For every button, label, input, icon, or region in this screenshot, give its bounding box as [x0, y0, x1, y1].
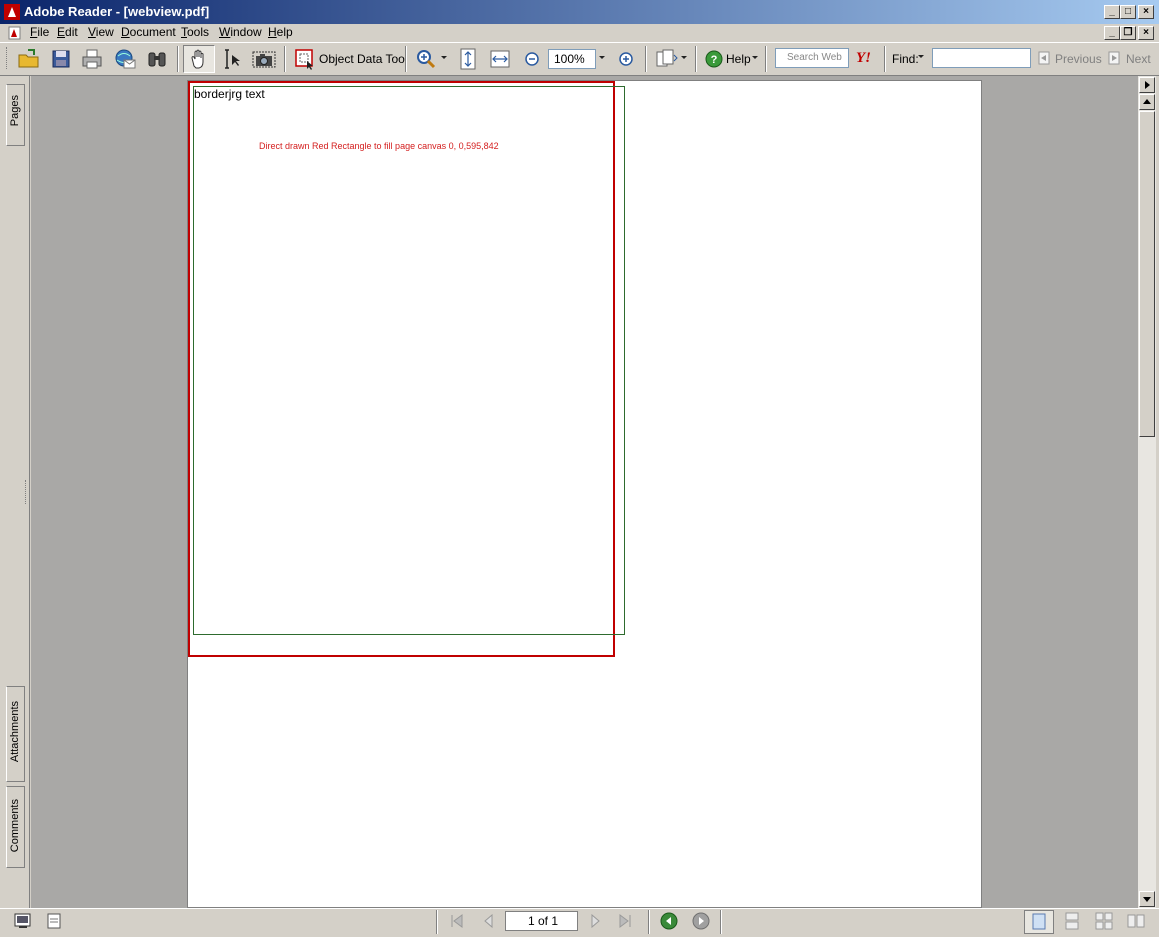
doc-close-button[interactable]: ×	[1138, 26, 1154, 40]
minimize-button[interactable]: _	[1104, 5, 1120, 19]
zoom-out-icon[interactable]	[520, 47, 544, 71]
continuous-facing-layout-icon[interactable]	[1094, 912, 1114, 930]
scroll-down-button[interactable]	[1139, 891, 1155, 907]
zoom-level-dropdown-icon[interactable]	[598, 55, 606, 61]
scroll-right-button[interactable]	[1139, 77, 1155, 93]
menu-edit[interactable]: Edit	[57, 25, 78, 39]
help-icon[interactable]: ?	[705, 50, 723, 68]
zoom-tool-dropdown-icon[interactable]	[440, 55, 448, 61]
tab-comments[interactable]: Comments	[6, 786, 25, 868]
next-view-icon[interactable]	[692, 912, 710, 930]
tab-attachments-label: Attachments	[9, 701, 21, 763]
maximize-button[interactable]: □	[1120, 5, 1136, 19]
object-data-tool-icon[interactable]	[293, 47, 317, 71]
scroll-up-button[interactable]	[1139, 94, 1155, 110]
zoom-level-input[interactable]: 100%	[548, 49, 596, 69]
single-page-icon	[1032, 913, 1046, 930]
find-label[interactable]: Find:	[892, 52, 919, 66]
menu-bar: File Edit View Document Tools Window Hel…	[0, 24, 1159, 42]
arrow-up-icon	[1143, 99, 1151, 104]
help-dropdown-icon[interactable]	[751, 55, 759, 61]
page-options-icon[interactable]	[46, 913, 64, 929]
zoom-level-value: 100%	[554, 52, 585, 66]
fit-page-icon[interactable]	[456, 47, 480, 71]
search-web-placeholder: Search Web	[787, 52, 842, 63]
adobe-reader-icon	[4, 4, 20, 20]
previous-view-icon[interactable]	[660, 912, 678, 930]
snapshot-camera-icon[interactable]	[251, 47, 277, 71]
page-text-heading: borderjrg text	[194, 87, 265, 101]
menu-help[interactable]: Help	[268, 25, 293, 39]
last-page-icon[interactable]	[616, 913, 634, 929]
menu-tools[interactable]: Tools	[181, 25, 209, 39]
page-indicator: 1 of 1	[528, 914, 559, 928]
object-data-tool-label[interactable]: Object Data Tool	[319, 52, 408, 66]
green-rectangle	[193, 86, 625, 635]
find-dropdown-icon[interactable]	[917, 54, 925, 60]
page-red-caption: Direct drawn Red Rectangle to fill page …	[259, 141, 499, 151]
doc-minimize-button[interactable]: _	[1104, 26, 1120, 40]
status-bar	[0, 908, 1159, 937]
tab-pages[interactable]: Pages	[6, 84, 25, 146]
email-icon[interactable]	[112, 47, 138, 71]
save-icon[interactable]	[49, 47, 73, 71]
title-bar: Adobe Reader - [webview.pdf] _ □ ×	[0, 0, 1159, 24]
menu-window[interactable]: Window	[219, 25, 262, 39]
hand-icon	[191, 49, 204, 69]
rotate-dropdown-icon[interactable]	[680, 55, 688, 61]
window-title: Adobe Reader - [webview.pdf]	[24, 4, 210, 19]
toolbar-grip[interactable]	[6, 47, 10, 69]
facing-layout-icon[interactable]	[1126, 912, 1146, 930]
svg-text:?: ?	[711, 54, 718, 66]
continuous-layout-icon[interactable]	[1062, 912, 1082, 930]
tab-comments-label: Comments	[9, 799, 21, 853]
fit-width-icon[interactable]	[488, 47, 512, 71]
find-input[interactable]	[932, 48, 1031, 68]
scroll-thumb[interactable]	[1139, 111, 1155, 437]
arrow-down-icon	[1143, 897, 1151, 902]
menu-file[interactable]: File	[30, 25, 49, 39]
menu-view[interactable]: View	[88, 25, 114, 39]
search-web-input[interactable]: Search Web	[775, 48, 849, 68]
tab-attachments[interactable]: Attachments	[6, 686, 25, 782]
nav-pane-splitter[interactable]	[25, 480, 29, 504]
arrow-right-icon	[1145, 81, 1150, 89]
single-page-layout-button[interactable]	[1024, 910, 1054, 934]
print-icon[interactable]	[80, 47, 104, 71]
show-nav-pane-icon[interactable]	[14, 913, 32, 929]
first-page-icon[interactable]	[448, 913, 466, 929]
page-number-input[interactable]: 1 of 1	[505, 911, 578, 931]
find-next-icon[interactable]	[1106, 50, 1122, 66]
zoom-in-tool-icon[interactable]	[414, 47, 438, 71]
tab-pages-label: Pages	[9, 95, 21, 127]
select-text-icon[interactable]	[219, 47, 245, 71]
yahoo-search-button[interactable]: Y!	[856, 50, 871, 67]
previous-page-icon[interactable]	[480, 913, 498, 929]
next-page-icon[interactable]	[586, 913, 604, 929]
search-binoculars-icon[interactable]	[145, 47, 169, 71]
open-icon[interactable]	[16, 47, 42, 71]
close-button[interactable]: ×	[1138, 5, 1154, 19]
rotate-pages-icon[interactable]	[654, 47, 680, 71]
help-label[interactable]: Help	[726, 52, 751, 66]
zoom-in-icon[interactable]	[614, 47, 638, 71]
hand-tool-button[interactable]	[183, 45, 215, 73]
doc-restore-button[interactable]: ❐	[1120, 26, 1136, 40]
menu-document[interactable]: Document	[121, 25, 176, 39]
document-icon[interactable]	[8, 26, 22, 40]
find-previous-icon[interactable]	[1036, 50, 1052, 66]
find-previous-button[interactable]: Previous	[1055, 52, 1102, 66]
find-next-button[interactable]: Next	[1126, 52, 1151, 66]
